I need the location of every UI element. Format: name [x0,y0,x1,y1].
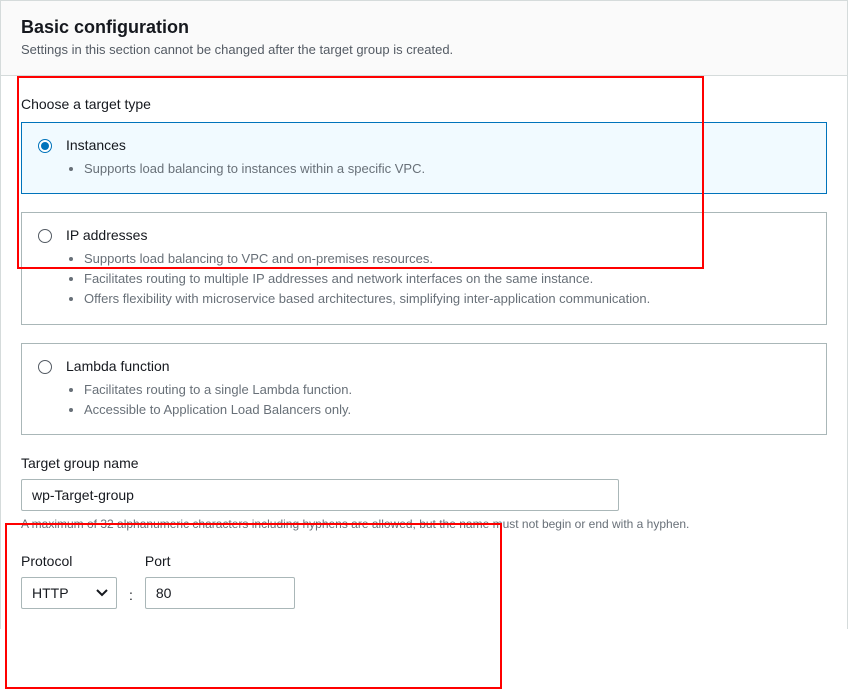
chevron-down-icon [96,589,108,597]
option-bullet: Facilitates routing to multiple IP addre… [84,269,810,289]
choose-target-type-label: Choose a target type [21,96,827,112]
option-title: Instances [66,137,810,153]
port-label: Port [145,553,295,569]
target-group-name-helper: A maximum of 32 alphanumeric characters … [21,517,827,531]
option-title: Lambda function [66,358,810,374]
radio-icon [38,360,52,374]
option-bullet: Offers flexibility with microservice bas… [84,289,810,309]
target-type-option-instances[interactable]: Instances Supports load balancing to ins… [21,122,827,194]
option-bullet: Supports load balancing to VPC and on-pr… [84,249,810,269]
basic-configuration-header: Basic configuration Settings in this sec… [0,0,847,76]
protocol-select[interactable]: HTTP [21,577,117,609]
target-group-name-label: Target group name [21,455,827,471]
protocol-port-separator: : [125,587,137,609]
target-type-option-ip-addresses[interactable]: IP addresses Supports load balancing to … [21,212,827,324]
radio-icon [38,229,52,243]
option-bullet: Supports load balancing to instances wit… [84,159,810,179]
radio-icon [38,139,52,153]
target-group-name-input[interactable] [21,479,619,511]
option-title: IP addresses [66,227,810,243]
section-description: Settings in this section cannot be chang… [21,42,827,57]
option-bullet: Facilitates routing to a single Lambda f… [84,380,810,400]
section-title: Basic configuration [21,17,827,38]
option-bullet: Accessible to Application Load Balancers… [84,400,810,420]
protocol-value: HTTP [32,585,69,601]
target-type-option-lambda-function[interactable]: Lambda function Facilitates routing to a… [21,343,827,435]
port-input[interactable] [145,577,295,609]
protocol-label: Protocol [21,553,117,569]
